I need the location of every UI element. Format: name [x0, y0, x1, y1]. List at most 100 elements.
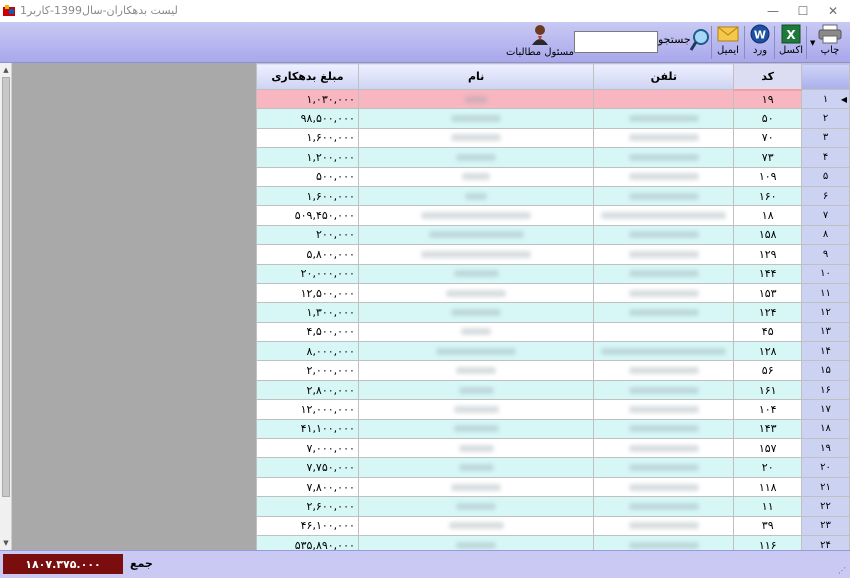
name-cell[interactable]: [357, 438, 595, 459]
table-row[interactable]: ۷,۷۵۰,۰۰۰ ۲۰ ۲۰: [256, 457, 850, 478]
row-header[interactable]: ۴: [801, 147, 850, 168]
code-cell[interactable]: ۱۴۳: [733, 418, 803, 440]
table-row[interactable]: ۵,۸۰۰,۰۰۰ ۱۲۹ ۹: [256, 244, 850, 265]
row-header[interactable]: ۲۰: [801, 457, 850, 478]
code-cell[interactable]: ۵۰: [733, 108, 803, 129]
phone-cell[interactable]: [593, 224, 735, 246]
row-header[interactable]: ۸: [801, 224, 850, 246]
name-cell[interactable]: [357, 321, 595, 343]
scroll-up-icon[interactable]: ▲: [1, 65, 11, 75]
amount-cell[interactable]: ۴,۵۰۰,۰۰۰: [256, 321, 359, 343]
amount-cell[interactable]: ۲۰۰,۰۰۰: [256, 224, 359, 246]
amount-cell[interactable]: ۷,۰۰۰,۰۰۰: [256, 438, 359, 459]
magnifier-icon[interactable]: [689, 28, 711, 57]
phone-cell[interactable]: [593, 418, 735, 440]
user-button[interactable]: مسئول مطالبات: [506, 24, 574, 61]
resize-grip-icon[interactable]: ⋰: [838, 566, 848, 576]
name-cell[interactable]: [357, 88, 595, 110]
table-row[interactable]: ۱,۳۰۰,۰۰۰ ۱۲۴ ۱۲: [256, 302, 850, 323]
column-header-name[interactable]: نام: [357, 63, 595, 90]
row-header[interactable]: ۶: [801, 185, 850, 207]
phone-cell[interactable]: [593, 147, 735, 168]
amount-cell[interactable]: ۲,۰۰۰,۰۰۰: [256, 360, 359, 381]
code-cell[interactable]: ۱۰۴: [733, 399, 803, 420]
table-row[interactable]: ۲,۶۰۰,۰۰۰ ۱۱ ۲۲: [256, 496, 850, 517]
maximize-button[interactable]: ☐: [788, 0, 818, 22]
table-row[interactable]: ۴,۵۰۰,۰۰۰ ۴۵ ۱۳: [256, 321, 850, 343]
table-row[interactable]: ۹۸,۵۰۰,۰۰۰ ۵۰ ۲: [256, 108, 850, 129]
code-cell[interactable]: ۱۱: [733, 496, 803, 517]
vertical-scrollbar[interactable]: ▲ ▼: [0, 63, 12, 550]
row-header[interactable]: ۹: [801, 244, 850, 265]
phone-cell[interactable]: [593, 476, 735, 498]
table-row[interactable]: ۴۱,۱۰۰,۰۰۰ ۱۴۳ ۱۸: [256, 418, 850, 440]
phone-cell[interactable]: [593, 515, 735, 536]
name-cell[interactable]: [357, 302, 595, 323]
name-cell[interactable]: [357, 341, 595, 362]
search-input[interactable]: [574, 31, 658, 53]
amount-cell[interactable]: ۱,۰۳۰,۰۰۰: [256, 88, 359, 110]
amount-cell[interactable]: ۹۸,۵۰۰,۰۰۰: [256, 108, 359, 129]
phone-cell[interactable]: [593, 321, 735, 343]
phone-cell[interactable]: [593, 88, 735, 110]
print-button[interactable]: چاپ: [812, 24, 848, 61]
excel-button[interactable]: X اکسل: [778, 24, 804, 61]
name-cell[interactable]: [357, 224, 595, 246]
name-cell[interactable]: [357, 496, 595, 517]
code-cell[interactable]: ۲۰: [733, 457, 803, 478]
row-header[interactable]: ۲: [801, 108, 850, 129]
amount-cell[interactable]: ۷,۷۵۰,۰۰۰: [256, 457, 359, 478]
table-row[interactable]: ۴۶,۱۰۰,۰۰۰ ۳۹ ۲۳: [256, 515, 850, 536]
code-cell[interactable]: ۱۱۸: [733, 476, 803, 498]
code-cell[interactable]: ۱۲۴: [733, 302, 803, 323]
code-cell[interactable]: ۴۵: [733, 321, 803, 343]
code-cell[interactable]: ۷۳: [733, 147, 803, 168]
code-cell[interactable]: ۳۹: [733, 515, 803, 536]
phone-cell[interactable]: [593, 379, 735, 401]
phone-cell[interactable]: [593, 360, 735, 381]
name-cell[interactable]: [357, 244, 595, 265]
amount-cell[interactable]: ۵,۸۰۰,۰۰۰: [256, 244, 359, 265]
table-row[interactable]: ۲۰۰,۰۰۰ ۱۵۸ ۸: [256, 224, 850, 246]
phone-cell[interactable]: [593, 399, 735, 420]
table-row[interactable]: ۱,۰۳۰,۰۰۰ ۱۹ ۱ ◀: [256, 88, 850, 110]
table-corner-header[interactable]: [801, 63, 850, 90]
name-cell[interactable]: [357, 127, 595, 149]
row-header[interactable]: ۱۹: [801, 438, 850, 459]
amount-cell[interactable]: ۱,۳۰۰,۰۰۰: [256, 302, 359, 323]
code-cell[interactable]: ۱۵۷: [733, 438, 803, 459]
row-header[interactable]: ۱۲: [801, 302, 850, 323]
name-cell[interactable]: [357, 418, 595, 440]
row-header[interactable]: ۱ ◀: [801, 88, 850, 110]
row-header[interactable]: ۱۳: [801, 321, 850, 343]
word-button[interactable]: W ورد: [748, 24, 772, 61]
phone-cell[interactable]: [593, 166, 735, 187]
amount-cell[interactable]: ۲,۶۰۰,۰۰۰: [256, 496, 359, 517]
row-header[interactable]: ۵: [801, 166, 850, 187]
row-header[interactable]: ۳: [801, 127, 850, 149]
amount-cell[interactable]: ۴۱,۱۰۰,۰۰۰: [256, 418, 359, 440]
minimize-button[interactable]: —: [758, 0, 788, 22]
code-cell[interactable]: ۱۲۸: [733, 341, 803, 362]
scroll-thumb[interactable]: [2, 77, 10, 497]
amount-cell[interactable]: ۸,۰۰۰,۰۰۰: [256, 341, 359, 362]
phone-cell[interactable]: [593, 244, 735, 265]
amount-cell[interactable]: ۵۰۹,۴۵۰,۰۰۰: [256, 205, 359, 226]
name-cell[interactable]: [357, 263, 595, 284]
phone-cell[interactable]: [593, 438, 735, 459]
name-cell[interactable]: [357, 205, 595, 226]
amount-cell[interactable]: ۲,۸۰۰,۰۰۰: [256, 379, 359, 401]
amount-cell[interactable]: ۷,۸۰۰,۰۰۰: [256, 476, 359, 498]
phone-cell[interactable]: [593, 205, 735, 226]
amount-cell[interactable]: ۱,۶۰۰,۰۰۰: [256, 127, 359, 149]
table-row[interactable]: ۵۰۰,۰۰۰ ۱۰۹ ۵: [256, 166, 850, 187]
row-header[interactable]: ۱۵: [801, 360, 850, 381]
amount-cell[interactable]: ۵۰۰,۰۰۰: [256, 166, 359, 187]
code-cell[interactable]: ۵۶: [733, 360, 803, 381]
amount-cell[interactable]: ۴۶,۱۰۰,۰۰۰: [256, 515, 359, 536]
table-row[interactable]: ۱,۶۰۰,۰۰۰ ۷۰ ۳: [256, 127, 850, 149]
table-row[interactable]: ۲۰,۰۰۰,۰۰۰ ۱۴۴ ۱۰: [256, 263, 850, 284]
name-cell[interactable]: [357, 166, 595, 187]
name-cell[interactable]: [357, 108, 595, 129]
table-row[interactable]: ۵۰۹,۴۵۰,۰۰۰ ۱۸ ۷: [256, 205, 850, 226]
